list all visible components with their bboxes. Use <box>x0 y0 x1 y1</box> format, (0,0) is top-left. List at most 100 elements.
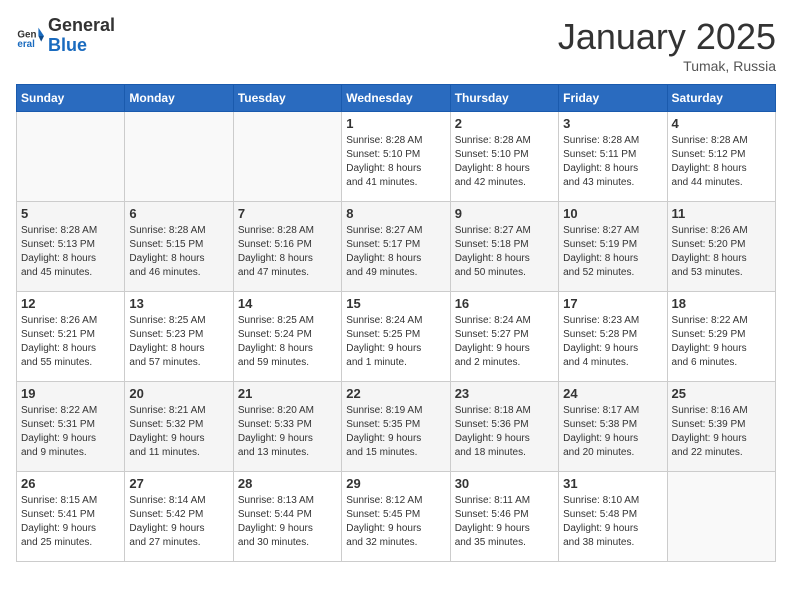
day-number: 17 <box>563 296 662 311</box>
header-cell: Tuesday <box>233 85 341 112</box>
day-info: Sunrise: 8:16 AM Sunset: 5:39 PM Dayligh… <box>672 404 771 460</box>
day-info: Sunrise: 8:28 AM Sunset: 5:16 PM Dayligh… <box>238 224 337 280</box>
calendar-header: SundayMondayTuesdayWednesdayThursdayFrid… <box>17 85 776 112</box>
day-info: Sunrise: 8:22 AM Sunset: 5:31 PM Dayligh… <box>21 404 120 460</box>
day-info: Sunrise: 8:27 AM Sunset: 5:19 PM Dayligh… <box>563 224 662 280</box>
day-info: Sunrise: 8:12 AM Sunset: 5:45 PM Dayligh… <box>346 494 445 550</box>
calendar-cell: 27 Sunrise: 8:14 AM Sunset: 5:42 PM Dayli… <box>125 472 233 562</box>
day-number: 31 <box>563 476 662 491</box>
calendar-cell: 12 Sunrise: 8:26 AM Sunset: 5:21 PM Dayli… <box>17 292 125 382</box>
day-number: 27 <box>129 476 228 491</box>
day-info: Sunrise: 8:28 AM Sunset: 5:15 PM Dayligh… <box>129 224 228 280</box>
calendar-cell: 13 Sunrise: 8:25 AM Sunset: 5:23 PM Dayli… <box>125 292 233 382</box>
calendar-cell: 26Sunrise: 8:15 AM Sunset: 5:41 PM Dayli… <box>17 472 125 562</box>
calendar-cell: 30 Sunrise: 8:11 AM Sunset: 5:46 PM Dayli… <box>450 472 558 562</box>
day-info: Sunrise: 8:27 AM Sunset: 5:17 PM Dayligh… <box>346 224 445 280</box>
calendar-cell <box>667 472 775 562</box>
calendar-cell <box>125 112 233 202</box>
header-cell: Monday <box>125 85 233 112</box>
logo-icon: Gen eral <box>16 22 44 50</box>
logo-text: General Blue <box>48 16 115 56</box>
calendar-cell: 17 Sunrise: 8:23 AM Sunset: 5:28 PM Dayli… <box>559 292 667 382</box>
day-info: Sunrise: 8:14 AM Sunset: 5:42 PM Dayligh… <box>129 494 228 550</box>
header-cell: Sunday <box>17 85 125 112</box>
day-info: Sunrise: 8:25 AM Sunset: 5:24 PM Dayligh… <box>238 314 337 370</box>
day-info: Sunrise: 8:11 AM Sunset: 5:46 PM Dayligh… <box>455 494 554 550</box>
day-number: 11 <box>672 206 771 221</box>
day-number: 18 <box>672 296 771 311</box>
day-number: 26 <box>21 476 120 491</box>
page-header: Gen eral General Blue January 2025 Tumak… <box>16 16 776 74</box>
calendar-cell: 20Sunrise: 8:21 AM Sunset: 5:32 PM Dayli… <box>125 382 233 472</box>
day-number: 13 <box>129 296 228 311</box>
calendar-cell: 5Sunrise: 8:28 AM Sunset: 5:13 PM Daylig… <box>17 202 125 292</box>
header-cell: Friday <box>559 85 667 112</box>
calendar-cell: 23Sunrise: 8:18 AM Sunset: 5:36 PM Dayli… <box>450 382 558 472</box>
day-info: Sunrise: 8:25 AM Sunset: 5:23 PM Dayligh… <box>129 314 228 370</box>
header-cell: Saturday <box>667 85 775 112</box>
calendar-cell: 28 Sunrise: 8:13 AM Sunset: 5:44 PM Dayli… <box>233 472 341 562</box>
day-info: Sunrise: 8:10 AM Sunset: 5:48 PM Dayligh… <box>563 494 662 550</box>
title-block: January 2025 Tumak, Russia <box>558 16 776 74</box>
calendar-cell: 24 Sunrise: 8:17 AM Sunset: 5:38 PM Dayli… <box>559 382 667 472</box>
day-info: Sunrise: 8:23 AM Sunset: 5:28 PM Dayligh… <box>563 314 662 370</box>
day-info: Sunrise: 8:21 AM Sunset: 5:32 PM Dayligh… <box>129 404 228 460</box>
day-info: Sunrise: 8:27 AM Sunset: 5:18 PM Dayligh… <box>455 224 554 280</box>
calendar-cell: 4 Sunrise: 8:28 AM Sunset: 5:12 PM Daylig… <box>667 112 775 202</box>
day-info: Sunrise: 8:28 AM Sunset: 5:12 PM Dayligh… <box>672 134 771 190</box>
day-info: Sunrise: 8:17 AM Sunset: 5:38 PM Dayligh… <box>563 404 662 460</box>
calendar-cell: 15Sunrise: 8:24 AM Sunset: 5:25 PM Dayli… <box>342 292 450 382</box>
day-number: 24 <box>563 386 662 401</box>
location: Tumak, Russia <box>558 58 776 74</box>
day-number: 30 <box>455 476 554 491</box>
day-number: 29 <box>346 476 445 491</box>
day-number: 7 <box>238 206 337 221</box>
calendar-cell: 22Sunrise: 8:19 AM Sunset: 5:35 PM Dayli… <box>342 382 450 472</box>
calendar-row: 12 Sunrise: 8:26 AM Sunset: 5:21 PM Dayli… <box>17 292 776 382</box>
day-info: Sunrise: 8:24 AM Sunset: 5:25 PM Dayligh… <box>346 314 445 370</box>
calendar-row: 5Sunrise: 8:28 AM Sunset: 5:13 PM Daylig… <box>17 202 776 292</box>
day-number: 19 <box>21 386 120 401</box>
day-info: Sunrise: 8:13 AM Sunset: 5:44 PM Dayligh… <box>238 494 337 550</box>
day-number: 28 <box>238 476 337 491</box>
day-number: 8 <box>346 206 445 221</box>
calendar-table: SundayMondayTuesdayWednesdayThursdayFrid… <box>16 84 776 562</box>
calendar-cell: 11Sunrise: 8:26 AM Sunset: 5:20 PM Dayli… <box>667 202 775 292</box>
day-number: 2 <box>455 116 554 131</box>
calendar-row: 1 Sunrise: 8:28 AM Sunset: 5:10 PM Daylig… <box>17 112 776 202</box>
calendar-cell: 29 Sunrise: 8:12 AM Sunset: 5:45 PM Dayli… <box>342 472 450 562</box>
header-cell: Thursday <box>450 85 558 112</box>
calendar-cell: 21 Sunrise: 8:20 AM Sunset: 5:33 PM Dayli… <box>233 382 341 472</box>
day-number: 14 <box>238 296 337 311</box>
day-info: Sunrise: 8:24 AM Sunset: 5:27 PM Dayligh… <box>455 314 554 370</box>
day-number: 1 <box>346 116 445 131</box>
day-number: 21 <box>238 386 337 401</box>
calendar-cell: 18Sunrise: 8:22 AM Sunset: 5:29 PM Dayli… <box>667 292 775 382</box>
calendar-cell: 3 Sunrise: 8:28 AM Sunset: 5:11 PM Daylig… <box>559 112 667 202</box>
day-number: 10 <box>563 206 662 221</box>
day-number: 4 <box>672 116 771 131</box>
day-number: 3 <box>563 116 662 131</box>
calendar-cell: 9 Sunrise: 8:27 AM Sunset: 5:18 PM Daylig… <box>450 202 558 292</box>
day-number: 5 <box>21 206 120 221</box>
day-number: 16 <box>455 296 554 311</box>
calendar-cell: 16 Sunrise: 8:24 AM Sunset: 5:27 PM Dayli… <box>450 292 558 382</box>
day-number: 22 <box>346 386 445 401</box>
logo-blue: Blue <box>48 36 115 56</box>
header-row: SundayMondayTuesdayWednesdayThursdayFrid… <box>17 85 776 112</box>
day-info: Sunrise: 8:20 AM Sunset: 5:33 PM Dayligh… <box>238 404 337 460</box>
calendar-cell <box>233 112 341 202</box>
day-number: 12 <box>21 296 120 311</box>
header-cell: Wednesday <box>342 85 450 112</box>
calendar-cell: 8 Sunrise: 8:27 AM Sunset: 5:17 PM Daylig… <box>342 202 450 292</box>
svg-text:eral: eral <box>17 39 35 50</box>
day-number: 9 <box>455 206 554 221</box>
day-info: Sunrise: 8:26 AM Sunset: 5:21 PM Dayligh… <box>21 314 120 370</box>
day-info: Sunrise: 8:18 AM Sunset: 5:36 PM Dayligh… <box>455 404 554 460</box>
day-number: 25 <box>672 386 771 401</box>
month-title: January 2025 <box>558 16 776 58</box>
day-info: Sunrise: 8:28 AM Sunset: 5:10 PM Dayligh… <box>455 134 554 190</box>
calendar-cell: 7 Sunrise: 8:28 AM Sunset: 5:16 PM Daylig… <box>233 202 341 292</box>
day-info: Sunrise: 8:28 AM Sunset: 5:11 PM Dayligh… <box>563 134 662 190</box>
day-number: 6 <box>129 206 228 221</box>
